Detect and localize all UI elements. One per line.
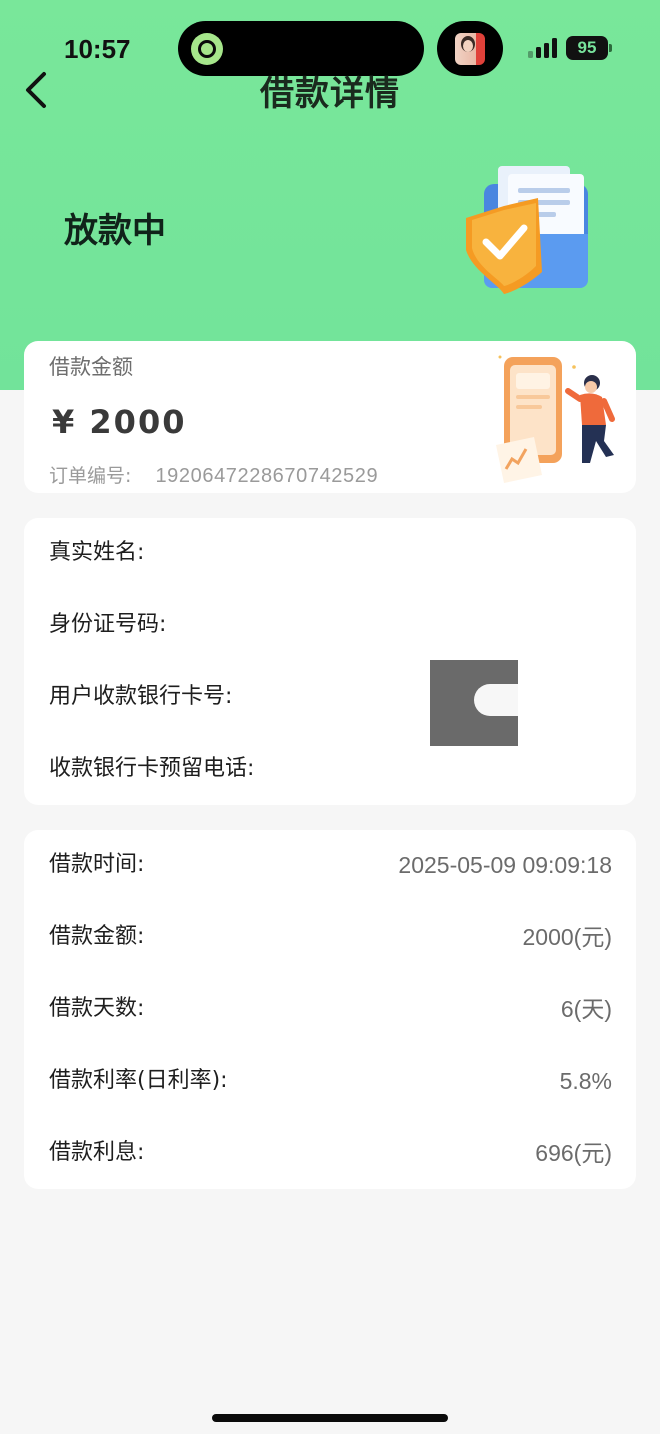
- loan-time-label: 借款时间:: [49, 852, 145, 877]
- info-row: 借款时间: 2025-05-09 09:09:18: [49, 845, 612, 885]
- redaction-smudge: [474, 684, 534, 716]
- bank-card-label: 用户收款银行卡号:: [49, 684, 233, 709]
- reserved-phone-label: 收款银行卡预留电话:: [49, 756, 255, 781]
- battery-tip: [609, 44, 612, 52]
- info-row: 真实姓名:: [49, 533, 612, 573]
- interest-label: 借款利息:: [49, 1140, 145, 1165]
- loan-amount-label: 借款金额:: [49, 924, 145, 949]
- loan-info-card: 借款时间: 2025-05-09 09:09:18 借款金额: 2000(元) …: [24, 830, 636, 1189]
- info-row: 借款天数: 6(天): [49, 989, 612, 1029]
- loan-amount-card: 借款金额 ¥ 2000 订单编号: 1920647228670742529: [24, 341, 636, 493]
- activity-icon: [191, 33, 223, 65]
- phone-person-illustration: [496, 355, 615, 483]
- info-row: 借款利率(日利率): 5.8%: [49, 1061, 612, 1101]
- loan-status: 放款中: [64, 211, 166, 251]
- loan-days-value: 6(天): [560, 996, 612, 1022]
- redaction-smudge: [602, 530, 636, 792]
- battery-icon: 95: [566, 36, 608, 60]
- interest-value: 696(元): [535, 1140, 612, 1166]
- loan-amount-value: 2000(元): [522, 924, 612, 950]
- interest-rate-label: 借款利率(日利率):: [49, 1068, 228, 1093]
- order-number-label: 订单编号:: [49, 465, 132, 487]
- order-number-value: 1920647228670742529: [155, 465, 379, 487]
- loan-days-label: 借款天数:: [49, 996, 145, 1021]
- info-row: 借款金额: 2000(元): [49, 917, 612, 957]
- info-row: 借款利息: 696(元): [49, 1133, 612, 1173]
- status-time: 10:57: [64, 34, 131, 64]
- loan-time-value: 2025-05-09 09:09:18: [398, 852, 612, 878]
- avatar: [455, 33, 485, 65]
- shield-document-illustration: [466, 166, 588, 294]
- info-row: 身份证号码:: [49, 605, 612, 645]
- loan-detail-page: 10:57 95 借款详情 放款中 借款金额 ¥ 2000 订单编号: 1920…: [0, 0, 660, 1434]
- signal-icon: [528, 38, 558, 58]
- order-number-row: 订单编号: 1920647228670742529: [49, 461, 378, 488]
- info-row: 收款银行卡预留电话:: [49, 749, 612, 789]
- real-name-label: 真实姓名:: [49, 540, 145, 565]
- id-number-label: 身份证号码:: [49, 612, 167, 637]
- page-title: 借款详情: [260, 74, 400, 114]
- interest-rate-value: 5.8%: [559, 1068, 612, 1094]
- amount-value: ¥ 2000: [52, 403, 187, 441]
- amount-label: 借款金额: [49, 355, 133, 379]
- user-info-card: 真实姓名: 身份证号码: 用户收款银行卡号: 收款银行卡预留电话:: [24, 518, 636, 805]
- home-indicator[interactable]: [212, 1414, 448, 1422]
